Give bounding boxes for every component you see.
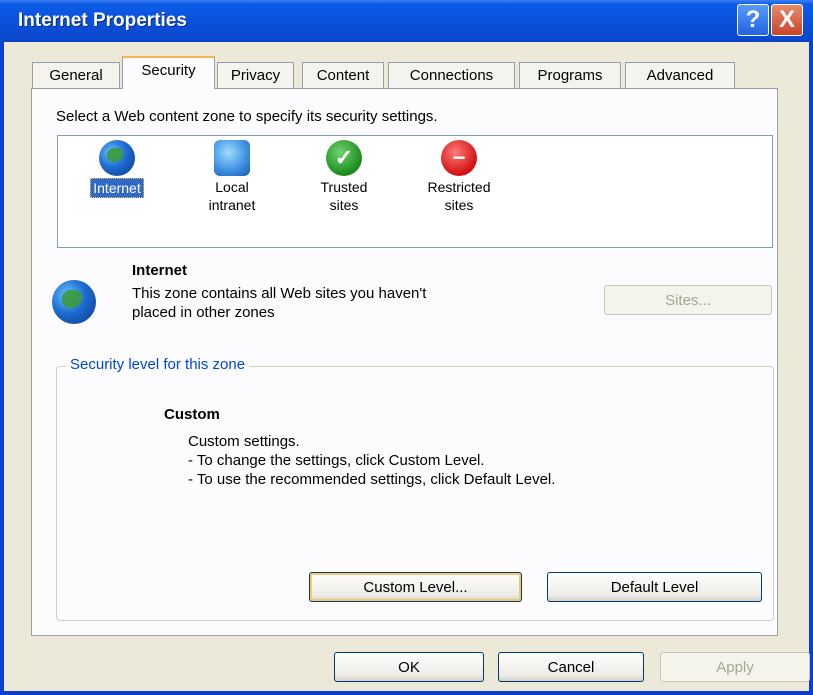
- help-button[interactable]: ?: [737, 4, 769, 36]
- globe-icon: [99, 140, 135, 176]
- security-level-description: Custom settings. - To change the setting…: [188, 433, 556, 488]
- security-level-name: Custom: [164, 406, 220, 423]
- zone-restricted-sites[interactable]: − Restricted sites: [409, 140, 509, 214]
- window-title: Internet Properties: [18, 10, 187, 31]
- security-level-group-title: Security level for this zone: [66, 356, 250, 373]
- selected-zone-name: Internet: [132, 262, 188, 279]
- sites-button[interactable]: Sites...: [604, 285, 772, 315]
- ok-button[interactable]: OK: [334, 652, 484, 682]
- zone-internet-label: Internet: [90, 178, 144, 198]
- zone-local-intranet[interactable]: Local intranet: [182, 140, 282, 214]
- title-bar[interactable]: Internet Properties ? X: [0, 0, 813, 42]
- selected-zone-description: This zone contains all Web sites you hav…: [132, 285, 427, 321]
- close-button[interactable]: X: [771, 4, 803, 36]
- tab-connections[interactable]: Connections: [388, 62, 515, 88]
- tab-advanced[interactable]: Advanced: [625, 62, 735, 88]
- internet-properties-dialog: Internet Properties ? X General Security…: [0, 0, 813, 695]
- zone-local-intranet-label: Local intranet: [208, 179, 256, 213]
- selected-zone-globe-icon: [52, 280, 96, 324]
- zone-internet[interactable]: Internet: [67, 140, 167, 198]
- tab-general[interactable]: General: [32, 62, 120, 88]
- zone-instruction: Select a Web content zone to specify its…: [56, 108, 438, 125]
- zone-trusted-sites-label: Trusted sites: [320, 179, 368, 213]
- local-intranet-icon: [214, 140, 250, 176]
- cancel-button[interactable]: Cancel: [498, 652, 644, 682]
- tab-programs[interactable]: Programs: [519, 62, 621, 88]
- trusted-check-icon: ✓: [326, 140, 362, 176]
- zone-trusted-sites[interactable]: ✓ Trusted sites: [294, 140, 394, 214]
- apply-button[interactable]: Apply: [660, 652, 810, 682]
- restricted-icon: −: [441, 140, 477, 176]
- zone-restricted-sites-label: Restricted sites: [427, 179, 491, 213]
- custom-level-button[interactable]: Custom Level...: [309, 572, 522, 602]
- tab-privacy[interactable]: Privacy: [217, 62, 294, 88]
- tab-security[interactable]: Security: [122, 56, 215, 89]
- tab-content[interactable]: Content: [302, 62, 384, 88]
- default-level-button[interactable]: Default Level: [547, 572, 762, 602]
